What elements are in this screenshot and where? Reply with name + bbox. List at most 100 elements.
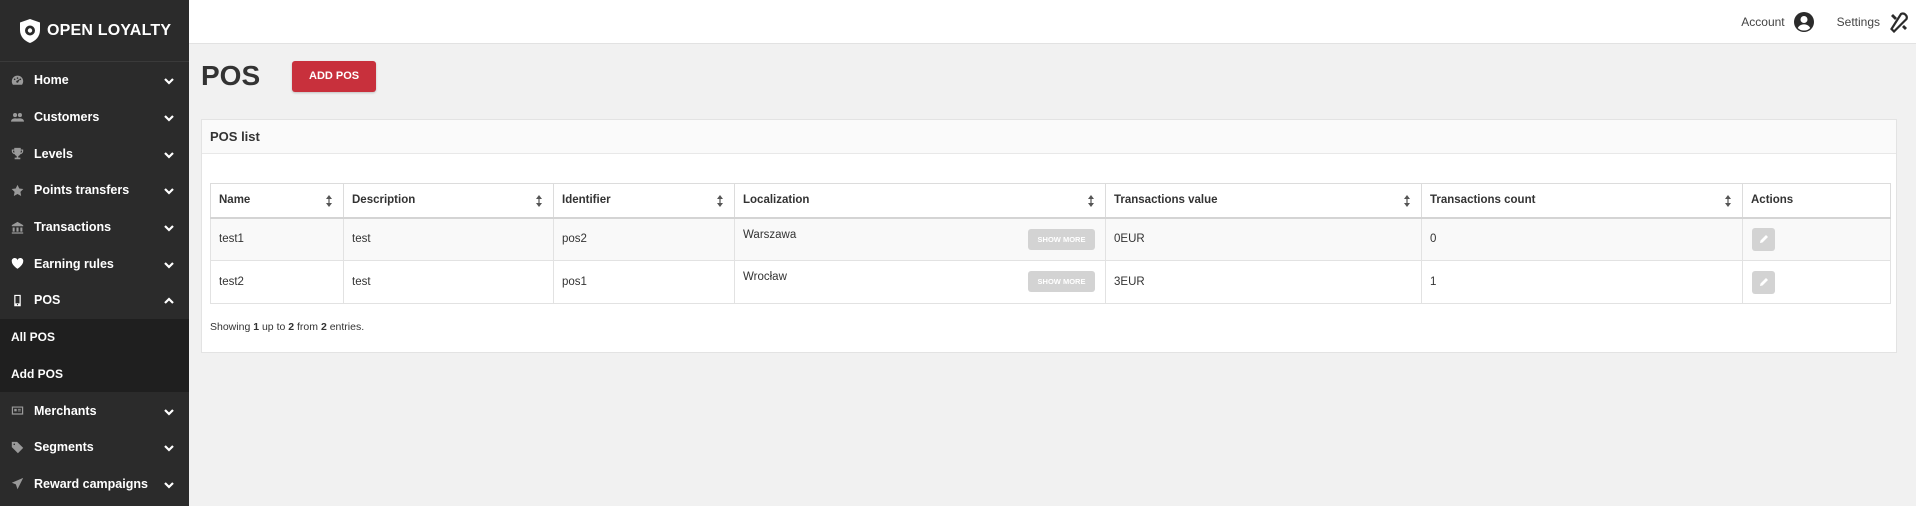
info-from: 1: [253, 321, 260, 333]
cell-actions: [1742, 217, 1891, 261]
send-icon: [10, 477, 24, 491]
sidebar-nav: Home Customers Levels Points transfers T…: [0, 62, 189, 502]
sidebar-item-label: Earning rules: [34, 256, 114, 271]
column-header-description[interactable]: Description: [343, 183, 554, 219]
show-more-button[interactable]: SHOW MORE: [1028, 228, 1095, 250]
sort-icon[interactable]: [1403, 195, 1411, 207]
bank-icon: [10, 220, 24, 234]
sort-icon[interactable]: [535, 195, 543, 207]
localization-text: Warszawa: [743, 228, 797, 241]
sidebar-item-label: Transactions: [34, 220, 112, 235]
shield-logo-icon: [20, 18, 40, 43]
topbar: Account Settings: [189, 0, 1916, 44]
chevron-down-icon: [163, 148, 175, 160]
pos-submenu: All POS Add POS: [0, 318, 189, 393]
info-text: up to: [261, 321, 286, 333]
column-header-transactions-count[interactable]: Transactions count: [1421, 183, 1743, 219]
pencil-icon: [1759, 278, 1768, 286]
sidebar-item-transactions[interactable]: Transactions: [0, 209, 189, 246]
sidebar-item-points-transfers[interactable]: Points transfers: [0, 172, 189, 209]
chevron-down-icon: [163, 478, 175, 490]
edit-button[interactable]: [1752, 227, 1775, 251]
cell-description: test: [343, 217, 554, 261]
trophy-icon: [10, 147, 24, 161]
account-link[interactable]: Account: [1741, 11, 1814, 33]
chevron-down-icon: [163, 74, 175, 86]
column-header-transactions-value[interactable]: Transactions value: [1105, 183, 1422, 219]
sort-icon[interactable]: [1724, 195, 1732, 207]
cell-transactions-count: 0: [1421, 217, 1743, 261]
sort-icon[interactable]: [325, 195, 333, 207]
info-text: Showing: [210, 321, 251, 333]
cell-transactions-value: 3EUR: [1105, 260, 1422, 304]
cell-localization: Warszawa SHOW MORE: [734, 217, 1106, 261]
sidebar-item-label: Customers: [34, 110, 100, 125]
info-text: from: [297, 321, 319, 333]
users-icon: [10, 110, 24, 124]
cell-identifier: pos1: [553, 260, 735, 304]
cell-localization: Wrocław SHOW MORE: [734, 260, 1106, 304]
mobile-icon: [10, 293, 24, 307]
sidebar-item-label: Levels: [34, 146, 73, 161]
cell-actions: [1742, 260, 1891, 304]
tools-icon: [1888, 11, 1910, 33]
tag-icon: [10, 440, 24, 454]
main-content: POS ADD POS POS list Name Description Id…: [189, 44, 1916, 506]
account-label: Account: [1741, 14, 1785, 29]
chevron-down-icon: [163, 258, 175, 270]
dashboard-icon: [10, 73, 24, 87]
heart-icon: [10, 257, 24, 271]
page-header: POS ADD POS: [189, 44, 1916, 108]
pos-table: Name Description Identifier Localization…: [210, 183, 1891, 304]
sort-icon[interactable]: [1087, 195, 1095, 207]
sidebar-item-label: Merchants: [34, 403, 97, 418]
sidebar-item-reward-campaigns[interactable]: Reward campaigns: [0, 466, 189, 503]
pagination-info: Showing 1 up to 2 from 2 entries.: [210, 321, 1888, 333]
cell-name: test2: [210, 260, 344, 304]
table-row: test2 test pos1 Wrocław SHOW MORE 3EUR 1: [210, 260, 1891, 304]
table-header-row: Name Description Identifier Localization…: [210, 183, 1891, 219]
cell-identifier: pos2: [553, 217, 735, 261]
column-header-label: Actions: [1751, 194, 1794, 207]
chevron-down-icon: [163, 405, 175, 417]
sidebar-item-merchants[interactable]: Merchants: [0, 392, 189, 429]
column-header-identifier[interactable]: Identifier: [553, 183, 735, 219]
chevron-down-icon: [163, 111, 175, 123]
column-header-name[interactable]: Name: [210, 183, 344, 219]
sidebar-subitem-all-pos[interactable]: All POS: [0, 319, 189, 356]
info-to: 2: [288, 321, 295, 333]
sidebar-item-earning-rules[interactable]: Earning rules: [0, 245, 189, 282]
account-circle-icon: [1793, 11, 1815, 33]
sidebar-item-levels[interactable]: Levels: [0, 135, 189, 172]
show-more-button[interactable]: SHOW MORE: [1028, 271, 1095, 292]
sidebar-item-label: POS: [34, 293, 61, 308]
settings-link[interactable]: Settings: [1837, 11, 1910, 33]
column-header-actions: Actions: [1742, 183, 1891, 219]
logo[interactable]: OPEN LOYALTY: [0, 0, 189, 62]
sidebar-item-home[interactable]: Home: [0, 62, 189, 99]
sidebar-item-customers[interactable]: Customers: [0, 99, 189, 136]
pos-list-panel: POS list Name Description Identifier Loc…: [201, 119, 1897, 353]
sidebar-item-label: Segments: [34, 440, 94, 455]
sidebar-item-label: Points transfers: [34, 183, 130, 198]
sidebar-item-label: Home: [34, 73, 69, 88]
column-header-label: Identifier: [562, 194, 611, 207]
add-pos-button[interactable]: ADD POS: [292, 60, 377, 92]
sidebar-item-pos[interactable]: POS: [0, 282, 189, 319]
chevron-up-icon: [163, 294, 175, 306]
cell-name: test1: [210, 217, 344, 261]
column-header-label: Transactions count: [1430, 194, 1536, 207]
column-header-label: Localization: [743, 194, 810, 207]
sidebar-item-segments[interactable]: Segments: [0, 429, 189, 466]
table-row: test1 test pos2 Warszawa SHOW MORE 0EUR …: [210, 217, 1891, 261]
settings-label: Settings: [1836, 14, 1880, 29]
chevron-down-icon: [163, 221, 175, 233]
sidebar-subitem-add-pos[interactable]: Add POS: [0, 356, 189, 393]
column-header-localization[interactable]: Localization: [734, 183, 1106, 219]
edit-button[interactable]: [1752, 270, 1775, 294]
page-title: POS: [201, 60, 261, 91]
panel-title: POS list: [202, 120, 1896, 154]
panel-body: Name Description Identifier Localization…: [202, 154, 1896, 333]
sort-icon[interactable]: [716, 195, 724, 207]
info-total: 2: [320, 321, 327, 333]
